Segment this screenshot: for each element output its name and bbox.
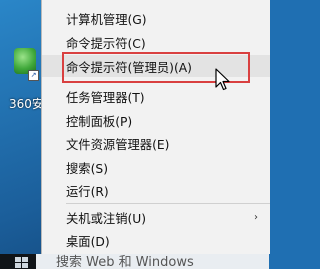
menu-item-command-prompt[interactable]: 命令提示符(C) — [42, 31, 270, 53]
menu-item-label: 控制面板(P) — [66, 115, 133, 129]
menu-item-label: 搜索(S) — [66, 162, 108, 176]
desktop-shortcut-label: 360安 — [9, 97, 44, 111]
menu-item-file-explorer[interactable]: 文件资源管理器(E) — [42, 132, 270, 154]
shortcut-arrow-icon: ↗ — [28, 70, 39, 81]
menu-item-search[interactable]: 搜索(S) — [42, 156, 270, 178]
menu-item-label: 桌面(D) — [66, 235, 110, 249]
menu-item-label: 文件资源管理器(E) — [66, 138, 170, 152]
menu-item-control-panel[interactable]: 控制面板(P) — [42, 109, 270, 131]
taskbar-search-box[interactable]: 搜索 Web 和 Windows — [36, 254, 269, 269]
menu-separator — [66, 203, 270, 204]
menu-item-label: 计算机管理(G) — [66, 13, 147, 27]
menu-item-label: 关机或注销(U) — [66, 212, 147, 226]
menu-item-label: 运行(R) — [66, 185, 109, 199]
menu-item-label: 命令提示符(C) — [66, 37, 146, 51]
menu-item-task-manager[interactable]: 任务管理器(T) — [42, 85, 270, 107]
winx-context-menu: 计算机管理(G) 命令提示符(C) 命令提示符(管理员)(A) 任务管理器(T)… — [41, 0, 270, 254]
search-placeholder: 搜索 Web 和 Windows — [56, 255, 194, 269]
chevron-right-icon: › — [254, 212, 258, 223]
mouse-pointer-icon — [215, 68, 230, 91]
menu-item-label: 任务管理器(T) — [66, 91, 145, 105]
menu-item-shutdown-signout[interactable]: 关机或注销(U) › — [42, 206, 270, 228]
menu-item-run[interactable]: 运行(R) — [42, 179, 270, 201]
desktop-shortcut-360[interactable]: ↗ 360安 — [0, 48, 44, 111]
menu-item-computer-management[interactable]: 计算机管理(G) — [42, 7, 270, 29]
menu-item-desktop[interactable]: 桌面(D) — [42, 229, 270, 251]
windows-start-icon[interactable] — [15, 257, 29, 268]
